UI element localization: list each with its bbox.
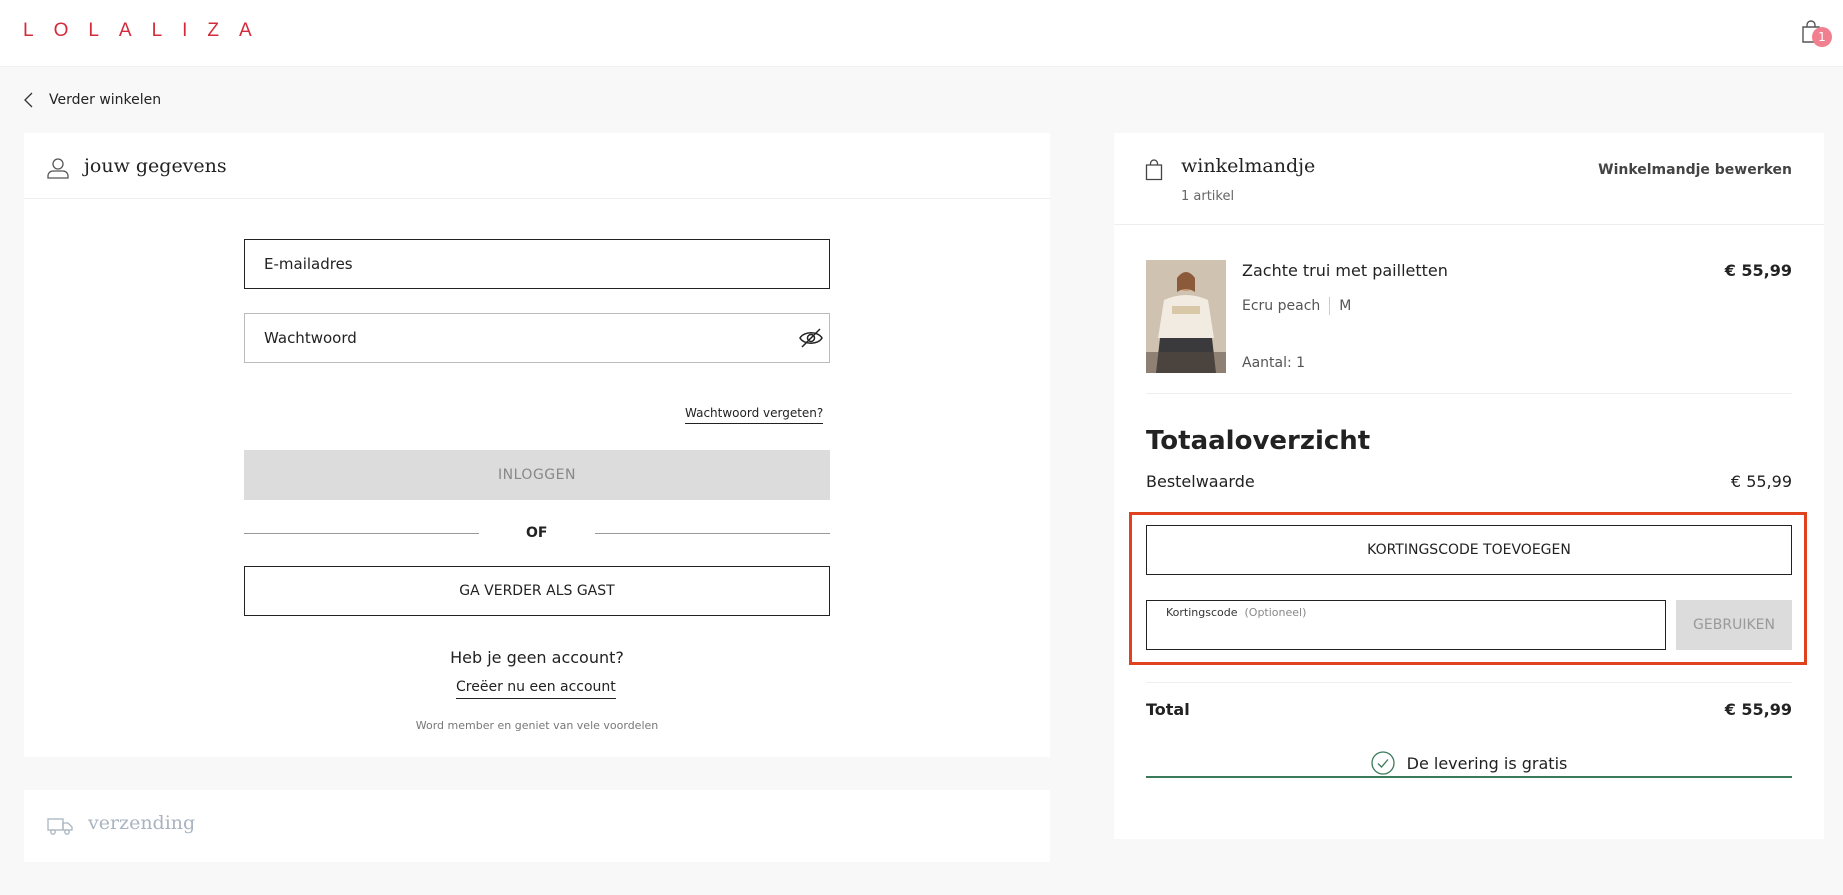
email-field[interactable]: E-mailadres — [244, 239, 830, 289]
cart-item-count: 1 artikel — [1181, 189, 1235, 204]
cart-count-badge[interactable]: 1 — [1812, 27, 1832, 47]
create-account-link[interactable]: Creëer nu een account — [456, 679, 616, 699]
password-placeholder: Wachtwoord — [264, 329, 357, 347]
order-value: € 55,99 — [1730, 472, 1792, 491]
divider-left — [244, 533, 479, 534]
product-size: M — [1339, 298, 1352, 314]
total-divider — [1146, 682, 1792, 683]
or-label: OF — [526, 525, 548, 541]
total-label: Total — [1146, 700, 1190, 719]
details-panel: jouw gegevens E-mailadres Wachtwoord Wac… — [24, 133, 1050, 757]
product-color: Ecru peach — [1242, 298, 1321, 314]
details-header: jouw gegevens — [24, 133, 1050, 199]
product-price: € 55,99 — [1724, 261, 1792, 280]
check-circle-icon — [1370, 751, 1395, 775]
product-variant: Ecru peach M — [1242, 297, 1351, 315]
shopping-bag-icon — [1145, 159, 1163, 181]
product-image[interactable] — [1146, 260, 1226, 373]
summary-title: Totaaloverzicht — [1146, 426, 1371, 456]
free-delivery-notice: De levering is gratis — [1146, 750, 1792, 778]
product-name[interactable]: Zachte trui met pailletten — [1242, 261, 1448, 280]
continue-as-guest-button[interactable]: GA VERDER ALS GAST — [244, 566, 830, 616]
product-divider — [1146, 393, 1792, 394]
cart-divider — [1114, 224, 1824, 225]
details-title: jouw gegevens — [84, 155, 227, 177]
cart-panel: winkelmandje 1 artikel Winkelmandje bewe… — [1114, 133, 1824, 839]
login-button[interactable]: INLOGGEN — [244, 450, 830, 500]
apply-code-button[interactable]: GEBRUIKEN — [1676, 600, 1792, 650]
truck-icon — [47, 818, 73, 835]
discount-code-optional: (Optioneel) — [1244, 606, 1307, 619]
member-benefits-text: Word member en geniet van vele voordelen — [415, 719, 659, 732]
discount-code-input[interactable]: Kortingscode (Optioneel) — [1146, 600, 1666, 650]
edit-cart-link[interactable]: Winkelmandje bewerken — [1598, 162, 1792, 178]
free-delivery-text: De levering is gratis — [1406, 753, 1568, 773]
variant-divider — [1329, 297, 1331, 315]
forgot-password-link[interactable]: Wachtwoord vergeten? — [685, 406, 824, 424]
shipping-panel[interactable]: verzending — [24, 790, 1050, 862]
password-field[interactable]: Wachtwoord — [244, 313, 830, 363]
top-bar: LOLALIZA 1 — [0, 0, 1843, 67]
discount-code-label: Kortingscode (Optioneel) — [1166, 606, 1306, 619]
email-placeholder: E-mailadres — [264, 255, 353, 273]
logo[interactable]: LOLALIZA — [23, 20, 272, 42]
chevron-left-icon — [24, 92, 33, 108]
divider-right — [595, 533, 830, 534]
no-account-text: Heb je geen account? — [450, 648, 624, 667]
user-icon — [47, 158, 69, 179]
continue-shopping-label: Verder winkelen — [49, 92, 162, 108]
product-photo-figure — [1146, 260, 1226, 373]
shipping-title: verzending — [88, 812, 196, 834]
eye-hidden-icon[interactable] — [799, 327, 823, 349]
cart-title: winkelmandje — [1181, 155, 1316, 177]
product-quantity: Aantal: 1 — [1242, 355, 1306, 371]
total-value: € 55,99 — [1724, 700, 1792, 719]
discount-code-label-text: Kortingscode — [1166, 606, 1238, 619]
order-value-label: Bestelwaarde — [1146, 472, 1255, 491]
continue-shopping-link[interactable]: Verder winkelen — [24, 88, 161, 112]
add-discount-code-button[interactable]: KORTINGSCODE TOEVOEGEN — [1146, 525, 1792, 575]
